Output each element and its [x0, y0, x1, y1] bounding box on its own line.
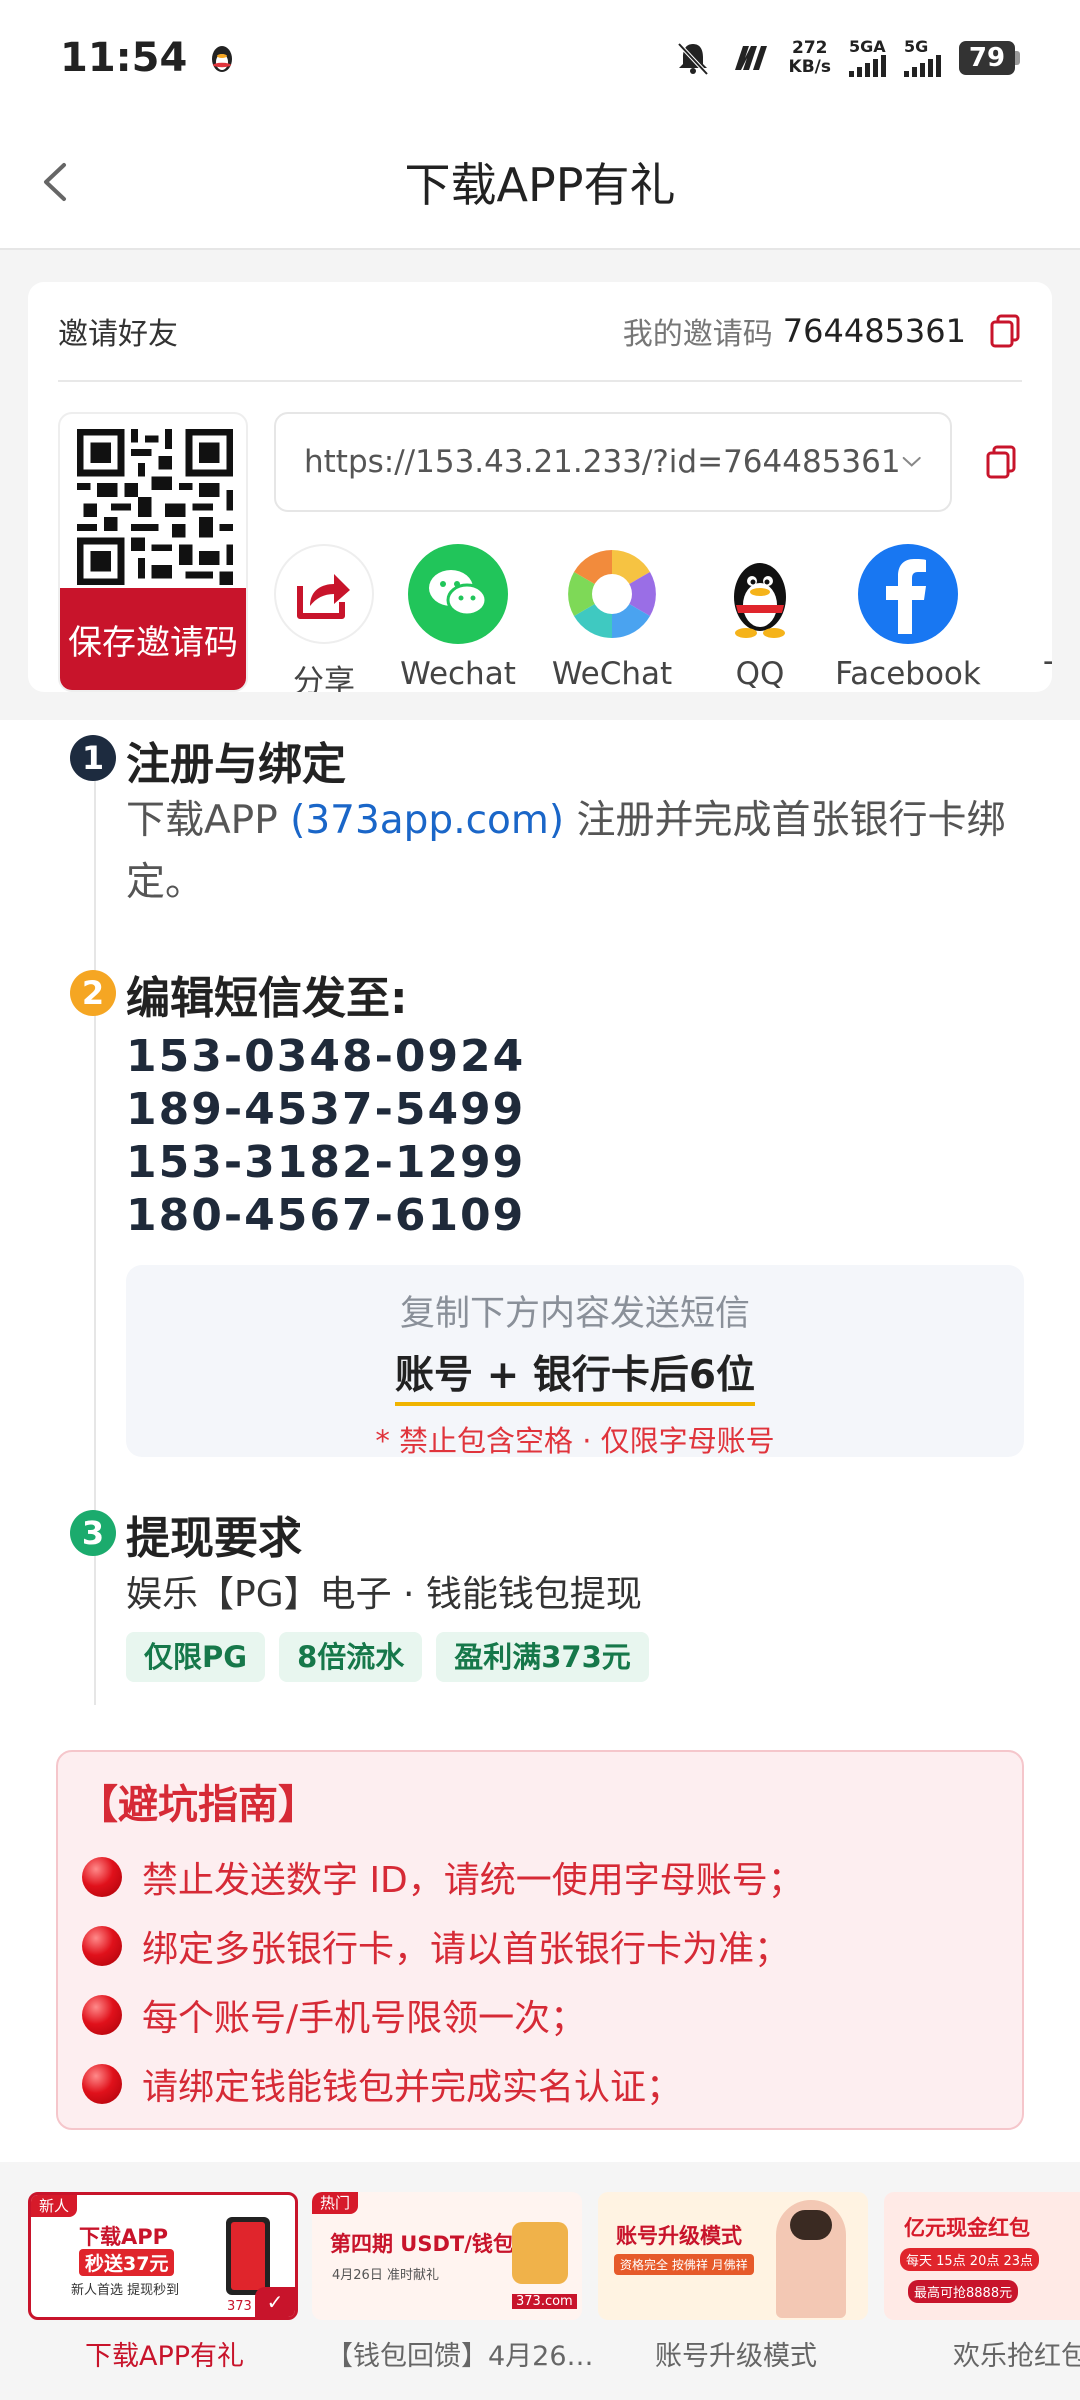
phone-number[interactable]: 180-4567-6109 — [126, 1189, 525, 1242]
tab-account-upgrade[interactable]: 账号升级模式 — [655, 2334, 817, 2373]
requirement-tags: 仅限PG 8倍流水 盈利满373元 — [126, 1632, 649, 1682]
red-dot-icon — [82, 1925, 122, 1966]
qr-code-box: 保存邀请码 — [58, 412, 248, 692]
status-bar: 11:54 272 KB/s 5GA 5G 79 — [0, 0, 1080, 115]
save-invite-code-button[interactable]: 保存邀请码 — [60, 588, 246, 690]
invite-card: 邀请好友 我的邀请码 764485361 保存邀请码 https://153.4… — [28, 282, 1052, 692]
sms-hint: 复制下方内容发送短信 — [399, 1294, 750, 1334]
share-wechat-button[interactable]: Wechat — [388, 544, 528, 692]
step-2-number: 2 — [70, 970, 116, 1016]
phone-number[interactable]: 189-4537-5499 — [126, 1083, 525, 1136]
share-qq-button[interactable]: QQ — [690, 544, 830, 692]
red-dot-icon — [82, 1994, 122, 2035]
battery-icon: 79 — [959, 40, 1020, 75]
my-code-value: 764485361 — [782, 312, 966, 350]
phone-image — [226, 2217, 270, 2295]
copy-code-icon[interactable] — [988, 313, 1022, 349]
back-arrow-icon[interactable] — [32, 157, 82, 207]
tab-wallet-feedback[interactable]: 【钱包回馈】4月26… — [326, 2334, 594, 2373]
page-title: 下载APP有礼 — [404, 157, 676, 212]
step-3-title: 提现要求 — [126, 1513, 302, 1564]
wallet-image — [512, 2222, 568, 2284]
promo-banner-upgrade[interactable]: 账号升级模式 资格完全 按佛祥 月佛祥 — [598, 2192, 868, 2320]
phone-number[interactable]: 153-0348-0924 — [126, 1030, 525, 1083]
qr-code-image — [70, 422, 240, 592]
tab-red-packet[interactable]: 欢乐抢红包 — [953, 2334, 1080, 2373]
phone-number[interactable]: 153-3182-1299 — [126, 1136, 525, 1189]
tag-badge: 8倍流水 — [279, 1632, 423, 1682]
check-icon: ✓ — [255, 2287, 295, 2317]
qq-icon — [710, 544, 810, 644]
sms-content[interactable]: 账号 + 银行卡后6位 — [395, 1344, 755, 1406]
signal-bars-icon — [904, 54, 941, 77]
network-speed: 272 KB/s — [788, 37, 831, 77]
red-dot-icon — [82, 2063, 122, 2104]
red-dot-icon — [82, 1856, 122, 1897]
promo-banner-wallet[interactable]: 热门 第四期 USDT/钱包 4月26日 准时献礼 373.com — [312, 2192, 582, 2320]
step-3-number: 3 — [70, 1510, 116, 1556]
wechat-icon — [408, 544, 508, 644]
invite-url-select[interactable]: https://153.43.21.233/?id=764485361 — [274, 412, 952, 512]
signal-5ga: 5GA — [849, 38, 886, 77]
more-share-icon — [1004, 544, 1052, 644]
pitfall-guide: 【避坑指南】 禁止发送数字 ID，请统一使用字母账号； 绑定多张银行卡，请以首张… — [56, 1750, 1024, 2130]
phone-list: 153-0348-0924 189-4537-5499 153-3182-129… — [126, 1030, 525, 1242]
facebook-icon — [858, 544, 958, 644]
step-2-title: 编辑短信发至: — [126, 973, 408, 1024]
share-icon — [274, 544, 374, 644]
step-1-description: 下载APP (373app.com) 注册并完成首张银行卡绑定。 — [126, 798, 1006, 905]
sms-template-box: 复制下方内容发送短信 账号 + 银行卡后6位 * 禁止包含空格 · 仅限字母账号 — [126, 1265, 1024, 1458]
list-item: 每个账号/手机号限领一次； — [82, 1980, 804, 2049]
signal-5g: 5G — [904, 38, 941, 77]
list-item: 绑定多张银行卡，请以首张银行卡为准； — [82, 1911, 804, 1980]
sms-warning: * 禁止包含空格 · 仅限字母账号 — [375, 1424, 775, 1458]
step-1-number: 1 — [70, 735, 116, 781]
model-image — [776, 2200, 846, 2318]
step-3-description: 娱乐【PG】电子 · 钱能钱包提现 — [126, 1574, 642, 1615]
share-facebook-button[interactable]: Facebook — [835, 544, 981, 692]
qq-notification-icon — [212, 45, 233, 72]
share-row: 分享 Wechat WeChat QQ Facebook — [274, 544, 1052, 692]
app-link[interactable]: (373app.com) — [290, 798, 564, 843]
step-1-title: 注册与绑定 — [126, 739, 346, 790]
tag-badge: 盈利满373元 — [436, 1632, 649, 1682]
page-header: 下载APP有礼 — [0, 115, 1080, 250]
mute-bell-icon — [677, 42, 708, 75]
share-more-button[interactable]: T — [984, 544, 1052, 692]
list-item: 禁止发送数字 ID，请统一使用字母账号； — [82, 1842, 804, 1911]
share-button[interactable]: 分享 — [274, 544, 394, 692]
signal-bars-icon — [849, 54, 886, 77]
tab-download-app[interactable]: 下载APP有礼 — [85, 2334, 244, 2373]
chevron-down-icon — [902, 456, 921, 467]
promo-banner-redpacket[interactable]: 亿元现金红包 每天 15点 20点 23点 最高可抢8888元 — [884, 2192, 1080, 2320]
pitfall-list: 禁止发送数字 ID，请统一使用字母账号； 绑定多张银行卡，请以首张银行卡为准； … — [82, 1842, 804, 2118]
steps-timeline — [94, 760, 96, 1705]
promo-tab-strip: 新人 下载APP 秒送37元 新人首选 提现秒到 373 ✓ 下载APP有礼 热… — [0, 2162, 1080, 2400]
invite-url-text: https://153.43.21.233/?id=764485361 — [304, 444, 901, 480]
share-moments-button[interactable]: WeChat — [542, 544, 682, 692]
promo-banner-download[interactable]: 新人 下载APP 秒送37元 新人首选 提现秒到 373 ✓ — [28, 2192, 298, 2320]
invite-title: 邀请好友 — [58, 317, 178, 352]
pitfall-guide-title: 【避坑指南】 — [78, 1782, 318, 1828]
tag-badge: 仅限PG — [126, 1632, 266, 1682]
my-code-label: 我的邀请码 — [622, 317, 773, 352]
copy-url-icon[interactable] — [984, 444, 1018, 480]
list-item: 请绑定钱能钱包并完成实名认证； — [82, 2049, 804, 2118]
hd-voice-icon — [734, 45, 767, 70]
invite-header: 邀请好友 我的邀请码 764485361 — [58, 282, 1022, 382]
wechat-moments-icon — [562, 544, 662, 644]
status-time: 11:54 — [60, 34, 188, 81]
